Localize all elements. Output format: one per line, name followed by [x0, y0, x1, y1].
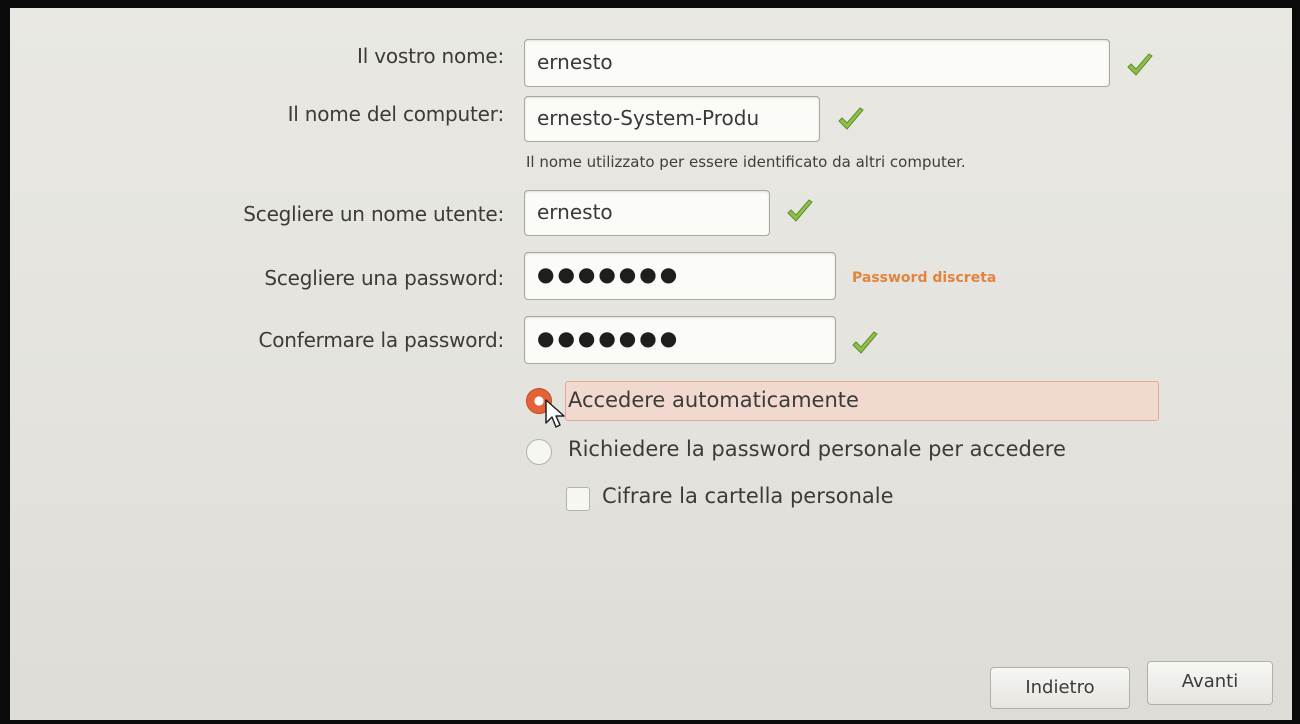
installer-screen: Il vostro nome: ernesto Il nome del comp… [10, 8, 1292, 720]
computer-name-hint: Il nome utilizzato per essere identifica… [526, 153, 966, 171]
password-label: Scegliere una password: [264, 266, 504, 290]
valid-check-icon [787, 199, 813, 222]
password-input[interactable]: ●●●●●●● [524, 252, 836, 300]
forward-button[interactable]: Avanti [1147, 661, 1273, 705]
computer-name-label: Il nome del computer: [287, 102, 505, 126]
require-password-label[interactable]: Richiedere la password personale per acc… [568, 437, 1066, 461]
auto-login-label[interactable]: Accedere automaticamente [568, 388, 859, 412]
confirm-password-label: Confermare la password: [258, 328, 504, 352]
require-password-radio[interactable] [526, 439, 552, 465]
valid-check-icon [852, 331, 878, 354]
encrypt-home-checkbox[interactable] [566, 487, 590, 511]
confirm-password-input[interactable]: ●●●●●●● [524, 316, 836, 364]
mouse-cursor-icon [545, 399, 565, 428]
your-name-input[interactable]: ernesto [524, 39, 1110, 87]
username-label: Scegliere un nome utente: [243, 202, 504, 226]
valid-check-icon [1127, 53, 1153, 76]
password-strength: Password discreta [852, 270, 997, 286]
encrypt-home-label[interactable]: Cifrare la cartella personale [602, 484, 894, 508]
your-name-label: Il vostro nome: [357, 44, 504, 68]
username-input[interactable]: ernesto [524, 190, 770, 236]
back-button[interactable]: Indietro [990, 667, 1130, 709]
computer-name-input[interactable]: ernesto-System-Produ [524, 96, 820, 142]
valid-check-icon [838, 107, 864, 130]
